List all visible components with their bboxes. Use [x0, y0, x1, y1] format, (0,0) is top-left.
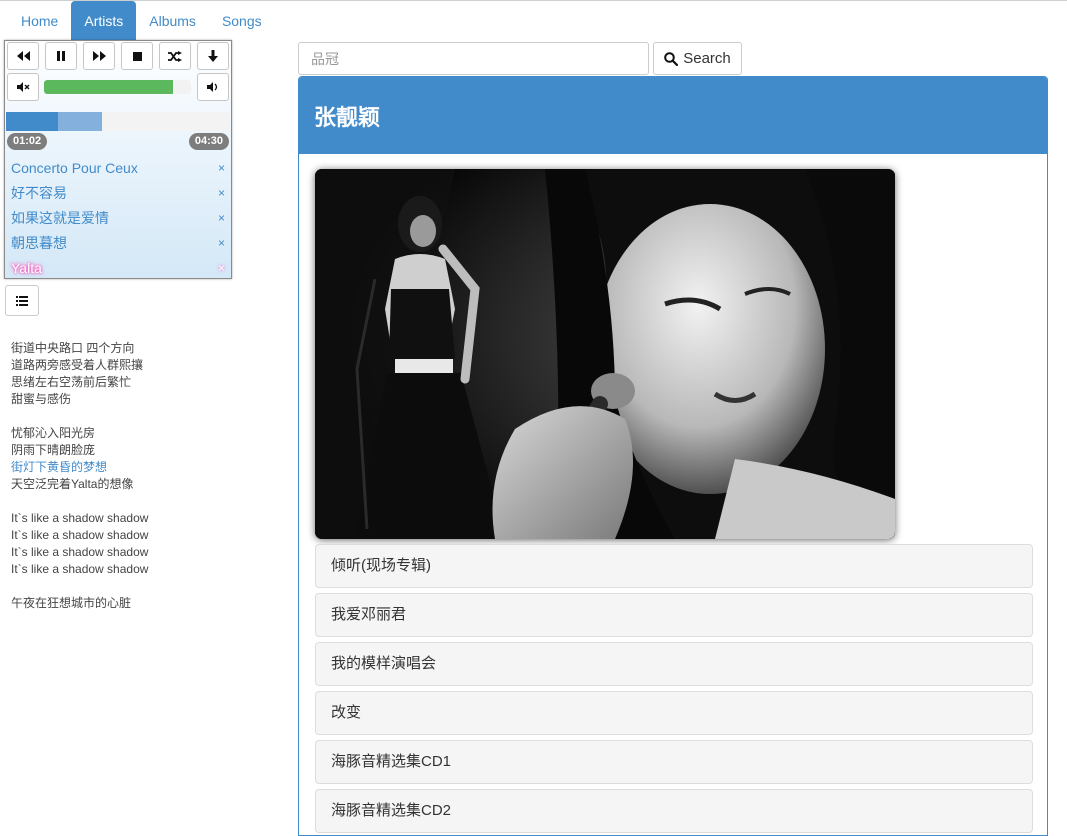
playlist-item-current[interactable]: Yalta × [5, 256, 231, 278]
lyric-line: 忧郁沁入阳光房 [11, 426, 96, 440]
playlist-item[interactable]: 朝思暮想 × [5, 231, 231, 256]
artist-panel: 张靓颖 倾听(现场专辑) 我爱邓丽君 我的模样演唱会 改变 海豚音精选集CD1 … [298, 76, 1048, 836]
pause-button[interactable] [45, 42, 77, 70]
top-nav: Home Artists Albums Songs [8, 1, 275, 41]
search-button-label: Search [683, 50, 731, 67]
lyric-line: It`s like a shadow shadow [11, 545, 149, 559]
artist-name: 张靓颖 [299, 77, 1047, 154]
max-volume-button[interactable] [197, 73, 229, 101]
stop-button[interactable] [121, 42, 153, 70]
duration: 04:30 [188, 133, 229, 150]
stop-icon [132, 51, 142, 61]
lyric-line: It`s like a shadow shadow [11, 562, 149, 576]
album-item[interactable]: 我的模样演唱会 [315, 642, 1033, 686]
playlist-item-title: Yalta [11, 260, 42, 276]
album-item[interactable]: 海豚音精选集CD1 [315, 740, 1033, 784]
lyric-line: It`s like a shadow shadow [11, 511, 149, 525]
playlist-item[interactable]: 好不容易 × [5, 181, 231, 206]
music-player: 01:02 04:30 Concerto Pour Ceux × 好不容易 × 如果… [4, 40, 232, 279]
remove-track-icon[interactable]: × [218, 156, 225, 181]
lyric-line [11, 493, 281, 510]
nav-artists[interactable]: Artists [71, 1, 137, 41]
pause-icon [57, 51, 65, 61]
shuffle-button[interactable] [159, 42, 191, 70]
playlist-item-title: 如果这就是爱情 [11, 210, 109, 226]
search-button[interactable]: Search [653, 42, 742, 75]
mute-button[interactable] [7, 73, 39, 101]
lyric-line: 甜蜜与感伤 [11, 392, 72, 406]
lyric-line: 天空泛完着Yalta的想像 [11, 477, 134, 491]
remove-track-icon[interactable]: × [218, 256, 225, 278]
lyric-line: 思绪左右空荡前后繁忙 [11, 375, 132, 389]
lyric-line: 道路两旁感受着人群熙攘 [11, 358, 144, 372]
search-input[interactable] [298, 42, 649, 75]
remove-track-icon[interactable]: × [218, 206, 225, 231]
volume-mute-icon [16, 82, 29, 92]
shuffle-icon [168, 50, 182, 62]
playlist-item-title: 好不容易 [11, 185, 67, 201]
lyric-line [11, 578, 281, 595]
album-list: 倾听(现场专辑) 我爱邓丽君 我的模样演唱会 改变 海豚音精选集CD1 海豚音精… [315, 544, 1033, 835]
search-icon [664, 51, 679, 66]
album-item[interactable]: 我爱邓丽君 [315, 593, 1033, 637]
seek-bar[interactable] [6, 112, 230, 131]
remove-track-icon[interactable]: × [218, 231, 225, 256]
next-button[interactable] [83, 42, 115, 70]
seek-played [6, 112, 58, 131]
album-item[interactable]: 改变 [315, 691, 1033, 735]
playlist-item[interactable]: 如果这就是爱情 × [5, 206, 231, 231]
previous-icon [16, 51, 30, 61]
download-icon [208, 50, 218, 62]
toggle-playlist-button[interactable] [5, 285, 39, 316]
volume-up-icon [206, 82, 217, 92]
nav-home[interactable]: Home [8, 1, 71, 41]
lyric-line-active: 街灯下黄昏的梦想 [11, 460, 108, 474]
nav-albums[interactable]: Albums [136, 1, 209, 41]
artist-photo [315, 169, 895, 539]
artist-photo-image [315, 169, 895, 539]
playlist-item[interactable]: Concerto Pour Ceux × [5, 156, 231, 181]
next-icon [92, 51, 106, 61]
lyric-line: 街道中央路口 四个方向 [11, 341, 135, 355]
album-item[interactable]: 海豚音精选集CD2 [315, 789, 1033, 833]
download-button[interactable] [197, 42, 229, 70]
playlist-item-title: Concerto Pour Ceux [11, 160, 138, 176]
lyric-line: 午夜在狂想城市的心脏 [11, 596, 132, 610]
previous-button[interactable] [7, 42, 39, 70]
lyric-line: It`s like a shadow shadow [11, 528, 149, 542]
volume-slider[interactable] [44, 80, 191, 94]
album-item[interactable]: 倾听(现场专辑) [315, 544, 1033, 588]
lyric-line [11, 408, 281, 425]
current-time: 01:02 [7, 133, 48, 150]
nav-songs[interactable]: Songs [209, 1, 275, 41]
remove-track-icon[interactable]: × [218, 181, 225, 206]
playlist: Concerto Pour Ceux × 好不容易 × 如果这就是爱情 × 朝思暮想 ×… [5, 156, 231, 278]
lyric-line: 阴雨下晴朗脸庞 [11, 443, 96, 457]
list-icon [16, 295, 28, 306]
lyrics-panel: 街道中央路口 四个方向 道路两旁感受着人群熙攘 思绪左右空荡前后繁忙 甜蜜与感伤… [11, 340, 281, 612]
volume-level [44, 80, 174, 94]
playlist-item-title: 朝思暮想 [11, 235, 67, 251]
